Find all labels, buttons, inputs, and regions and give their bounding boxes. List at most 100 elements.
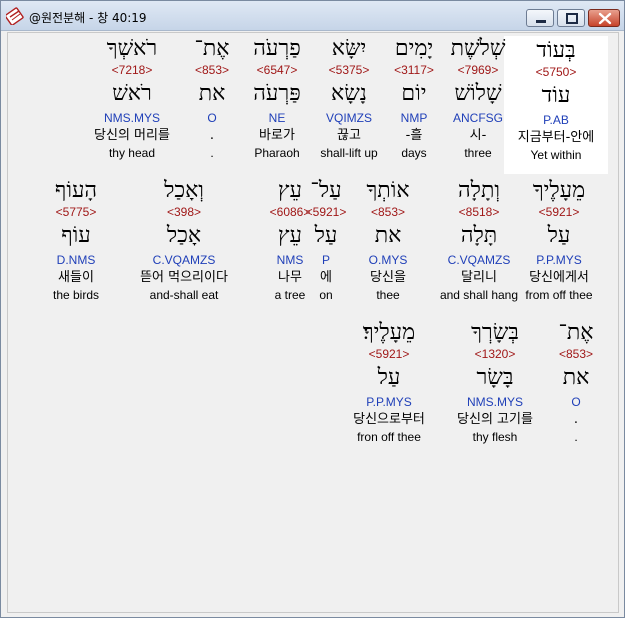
hebrew-word: וְאָכַל	[164, 178, 204, 203]
hebrew-word: אוֹתְךָ	[366, 178, 410, 203]
korean-gloss: .	[209, 128, 215, 143]
word-cell[interactable]: אֶת־ <853> את O..	[182, 36, 242, 161]
hebrew-word: בְּעוֹד	[536, 38, 576, 63]
morphology-code: C.VQAMZS	[447, 253, 511, 267]
lemma-word: עַל	[377, 365, 401, 390]
word-cell[interactable]: הָעוֹף <5775> עוֹף D.NMS 새들이 the birds	[33, 178, 119, 303]
window-title: @원전분해 - 창 40:19	[29, 11, 147, 25]
korean-gloss: 당신을	[370, 270, 406, 285]
minimize-button[interactable]	[526, 9, 554, 27]
word-cell[interactable]: מֵעָלֶיךָ׃ <5921> עַל P.P.MYS 당신으로부터 fron off…	[339, 320, 439, 445]
korean-gloss: 새들이	[58, 270, 94, 285]
lemma-word: עַל	[547, 223, 571, 248]
morphology-code: D.NMS	[56, 253, 96, 267]
strong-number: <6547>	[256, 63, 298, 77]
word-cell[interactable]: בְּשָׂרְךָ <1320> בָּשָׂר NMS.MYS 당신의 고기를 thy…	[445, 320, 545, 445]
strong-number: <7218>	[111, 63, 153, 77]
english-gloss: and-shall eat	[149, 288, 219, 302]
english-gloss: Yet within	[530, 148, 582, 162]
word-cell[interactable]: אֶת־ <853> את O..	[546, 320, 606, 445]
english-gloss: .	[210, 146, 214, 160]
lemma-word: עֵץ	[278, 223, 302, 248]
word-cell[interactable]: יִשָּׂא <5375> נָשָׂא VQIMZS 끊고 shall-lift up	[308, 36, 390, 161]
english-gloss: thy head	[108, 146, 156, 160]
word-cell[interactable]: שְׁלֹשֶׁת <7969> שָׁלוֹשׁ ANCFSG 시-three	[438, 36, 518, 161]
korean-gloss: 뜯어 먹으리이다	[140, 270, 228, 285]
lemma-word: את	[374, 223, 402, 248]
korean-gloss: 당신으로부터	[353, 412, 425, 427]
morphology-code: VQIMZS	[325, 111, 372, 125]
word-cell[interactable]: מֵעָלֶיךָ <5921> עַל P.P.MYS 당신에게서 from off t…	[513, 178, 605, 303]
morphology-code: C.VQAMZS	[152, 253, 216, 267]
strong-number: <5775>	[55, 205, 97, 219]
morphology-code: O	[207, 111, 217, 125]
hebrew-word: מֵעָלֶיךָ׃	[362, 320, 416, 345]
strong-number: <853>	[558, 347, 594, 361]
english-gloss: thee	[376, 288, 400, 302]
morphology-code: NMS.MYS	[466, 395, 523, 409]
lemma-word: עוֹף	[61, 223, 91, 248]
word-cell[interactable]: רֹאשְׁךָ <7218> רֹאשׁ NMS.MYS 당신의 머리를 thy hea…	[77, 36, 187, 161]
korean-gloss: 당신의 고기를	[457, 412, 533, 427]
english-gloss: and shall hang	[439, 288, 519, 302]
morphology-code: NMS.MYS	[103, 111, 160, 125]
korean-gloss: 시-	[469, 128, 487, 143]
hebrew-word: וְתָלָה	[458, 178, 500, 203]
lemma-word: את	[562, 365, 590, 390]
maximize-icon	[566, 13, 578, 24]
morphology-code: P.P.MYS	[536, 253, 582, 267]
strong-number: <6086>	[269, 205, 311, 219]
bible-app-icon	[6, 7, 24, 25]
english-gloss: a tree	[274, 288, 306, 302]
lemma-word: נָשָׂא	[331, 81, 367, 106]
word-cell[interactable]: בְּעוֹד <5750> עוֹד P.AB 지금부터-안에 Yet within	[504, 36, 608, 174]
english-gloss: fron off thee	[357, 430, 421, 444]
english-gloss: shall-lift up	[320, 146, 378, 160]
word-cell[interactable]: פַרְעֹה <6547> פַּרְעֹה NE 바로가 Pharaoh	[236, 36, 318, 161]
strong-number: <1320>	[474, 347, 516, 361]
hebrew-word: יִשָּׂא	[331, 36, 367, 61]
strong-number: <853>	[370, 205, 406, 219]
lemma-word: רֹאשׁ	[112, 81, 152, 106]
morphology-code: O.MYS	[368, 253, 408, 267]
english-gloss: three	[464, 146, 492, 160]
strong-number: <5921>	[368, 347, 410, 361]
morphology-code: NMS	[276, 253, 304, 267]
title-bar[interactable]: @원전분해 - 창 40:19	[1, 1, 624, 31]
strong-number: <7969>	[457, 63, 499, 77]
korean-gloss: 지금부터-안에	[517, 130, 595, 145]
minimize-icon	[536, 20, 546, 23]
hebrew-word: רֹאשְׁךָ	[106, 36, 158, 61]
lemma-word: בָּשָׂר	[476, 365, 514, 390]
morphology-code: ANCFSG	[452, 111, 503, 125]
morphology-code: P.AB	[543, 113, 569, 127]
hebrew-word: אֶת־	[194, 36, 230, 61]
morphology-code: P.P.MYS	[366, 395, 412, 409]
interlinear-panel[interactable]: בְּעוֹד <5750> עוֹד P.AB 지금부터-안에 Yet within שְ…	[7, 32, 619, 613]
korean-gloss: 바로가	[259, 128, 295, 143]
english-gloss: .	[574, 430, 578, 444]
korean-gloss: 달리니	[461, 270, 497, 285]
word-cell[interactable]: וְתָלָה <8518> תָּלָה C.VQAMZS 달리니 and shall …	[433, 178, 525, 303]
word-cell[interactable]: עֵץ <6086> עֵץ NMS 나무 a tree	[262, 178, 318, 303]
strong-number: <5750>	[535, 65, 577, 79]
word-cell[interactable]: אוֹתְךָ <853> את O.MYS 당신을 thee	[353, 178, 423, 303]
english-gloss: the birds	[52, 288, 100, 302]
lemma-word: את	[198, 81, 226, 106]
lemma-word: אָכַל	[166, 223, 202, 248]
morphology-code: O	[571, 395, 581, 409]
lemma-word: עוֹד	[541, 83, 571, 108]
maximize-button[interactable]	[557, 9, 585, 27]
app-window: @원전분해 - 창 40:19 בְּעוֹד <5750> עוֹד P.AB 지금부…	[0, 0, 625, 618]
hebrew-word: הָעוֹף	[54, 178, 98, 203]
strong-number: <853>	[194, 63, 230, 77]
korean-gloss: 당신의 머리를	[94, 128, 170, 143]
korean-gloss: .	[573, 412, 579, 427]
hebrew-word: בְּשָׂרְךָ	[471, 320, 519, 345]
hebrew-word: אֶת־	[558, 320, 594, 345]
close-button[interactable]	[588, 9, 620, 27]
korean-gloss: 끊고	[337, 128, 361, 143]
english-gloss: from off thee	[525, 288, 593, 302]
word-cell[interactable]: וְאָכַל <398> אָכַל C.VQAMZS 뜯어 먹으리이다 and-sha…	[126, 178, 242, 303]
hebrew-word: עֵץ	[278, 178, 302, 203]
